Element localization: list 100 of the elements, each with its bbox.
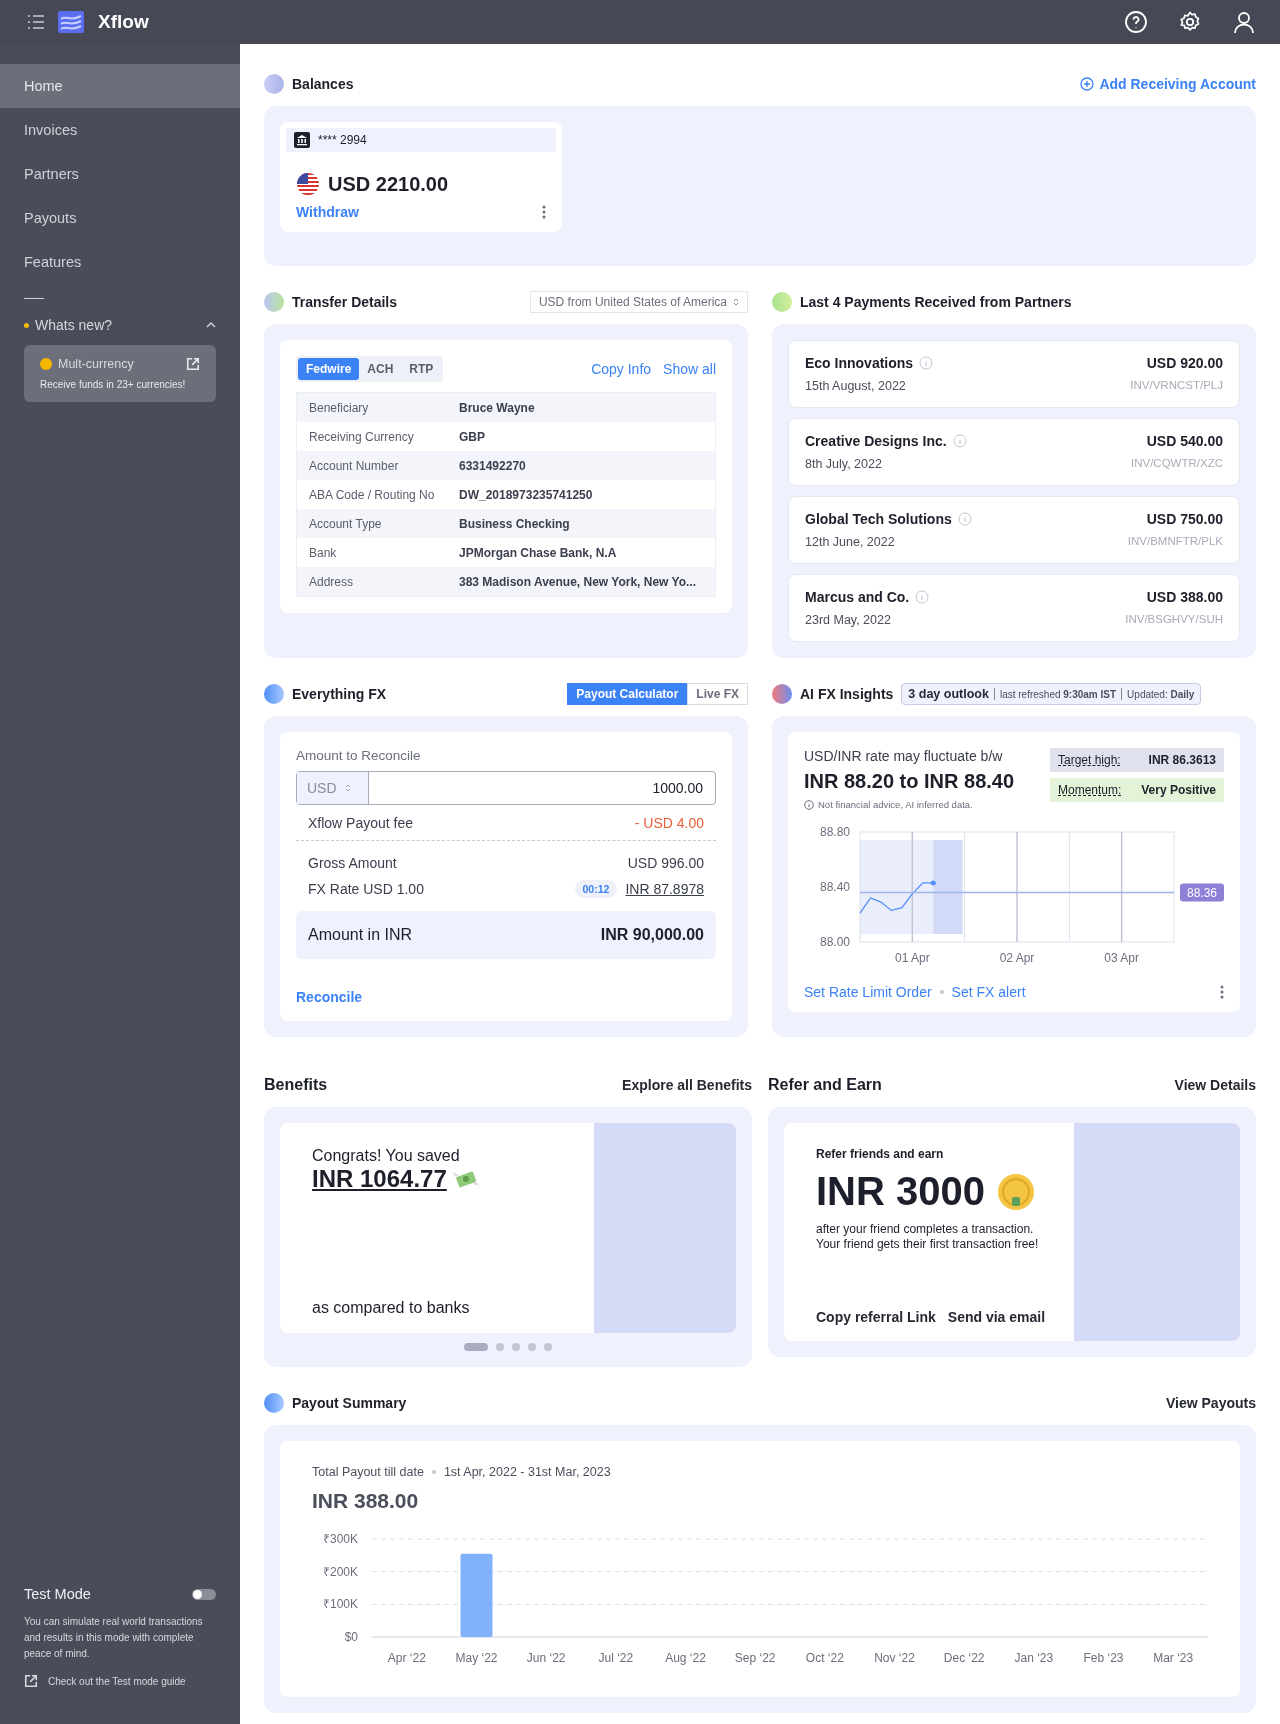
payment-amount: USD 750.00 <box>1145 511 1223 527</box>
payment-card[interactable]: Global Tech Solutions 12th June, 2022 USD 750.00 INV/BMNFTR/PLK <box>788 496 1240 564</box>
currency-select[interactable]: USD <box>297 772 369 804</box>
gradient-dot-icon <box>264 292 284 312</box>
logo-icon <box>58 11 84 33</box>
invoice-reference: INV/CQWTR/XZC <box>1131 457 1223 469</box>
invoice-reference: INV/VRNCST/PLJ <box>1130 379 1223 391</box>
section-title: Everything FX <box>292 686 387 702</box>
page-dot[interactable] <box>544 1343 552 1351</box>
external-link-icon[interactable] <box>186 357 200 371</box>
field-value: 383 Madison Avenue, New York, New Yo... <box>459 574 696 589</box>
nav-item[interactable]: Payouts <box>0 196 240 240</box>
toggle-switch[interactable] <box>192 1588 216 1600</box>
partner-name: Creative Designs Inc. <box>805 433 947 449</box>
action-link[interactable]: Copy Info <box>591 361 652 377</box>
action-link[interactable]: Copy referral Link <box>816 1309 936 1325</box>
axis-label: ₹100K <box>322 1597 358 1612</box>
action-link[interactable]: Set FX alert <box>951 984 1026 1000</box>
axis-label: May ‘22 <box>455 1651 498 1665</box>
guide-link[interactable]: Check out the Test mode guide <box>48 1675 186 1687</box>
gradient-dot-icon <box>772 292 792 312</box>
more-icon[interactable] <box>542 205 546 219</box>
add-account-link[interactable]: Add Receiving Account <box>1080 76 1256 92</box>
feature-title: Mult-currency <box>58 357 135 371</box>
action-link[interactable]: Set Rate Limit Order <box>804 984 932 1000</box>
timer-badge: 00:12 <box>574 880 618 898</box>
fee-label: Xflow Payout fee <box>308 814 414 831</box>
amount-field[interactable]: USD 1000.00 <box>296 771 716 805</box>
axis-label: 88.00 <box>819 935 850 949</box>
whats-new-label[interactable]: Whats new? <box>35 317 200 333</box>
page-dot[interactable] <box>512 1343 520 1351</box>
rate-range: INR 88.20 to INR 88.40 <box>804 770 1015 793</box>
currency-dropdown[interactable]: USD from United States of America <box>529 291 748 313</box>
help-icon[interactable] <box>1124 10 1148 34</box>
view-details-link[interactable]: View Details <box>1174 1077 1256 1093</box>
gross-value: USD 996.00 <box>627 855 704 871</box>
feature-card[interactable]: Mult-currency Receive funds in 23+ currencies! <box>24 345 216 402</box>
axis-label: Aug ‘22 <box>665 1651 706 1665</box>
axis-label: Apr ‘22 <box>387 1651 426 1665</box>
field-value: JPMorgan Chase Bank, N.A <box>459 545 617 560</box>
page-dot[interactable] <box>528 1343 536 1351</box>
nav-item[interactable]: Partners <box>0 152 240 196</box>
sort-icon <box>344 783 351 793</box>
field-label: Address <box>309 574 355 589</box>
external-link-icon[interactable] <box>24 1674 38 1688</box>
axis-label: Jan ‘23 <box>1014 1651 1054 1665</box>
payment-date: 8th July, 2022 <box>805 457 883 471</box>
field-label: Account Number <box>309 458 400 473</box>
nav-item[interactable]: Invoices <box>0 108 240 152</box>
tab[interactable]: Live FX <box>687 683 748 705</box>
section-title: Transfer Details <box>292 294 398 310</box>
axis-label: Mar ‘23 <box>1153 1651 1194 1665</box>
page-dot[interactable] <box>496 1343 504 1351</box>
chevron-icon[interactable] <box>206 322 216 328</box>
feature-text: Receive funds in 23+ currencies! <box>40 379 187 390</box>
field-value: Bruce Wayne <box>459 400 535 415</box>
payment-card[interactable]: Eco Innovations 15th August, 2022 USD 920.00 INV/VRNCST/PLJ <box>788 340 1240 408</box>
explore-link[interactable]: Explore all Benefits <box>622 1077 752 1093</box>
nav-item[interactable]: Features <box>0 240 240 284</box>
field-label: Account Type <box>309 516 383 531</box>
tab[interactable]: Fedwire <box>298 358 360 380</box>
nav-item[interactable]: Home <box>0 64 240 108</box>
tab[interactable]: RTP <box>401 358 442 380</box>
partner-name: Eco Innovations <box>805 355 914 371</box>
gross-label: Gross Amount <box>308 855 397 871</box>
field-label: Amount to Reconcile <box>296 748 422 763</box>
axis-label: Nov ‘22 <box>874 1651 915 1665</box>
axis-label: 01 Apr <box>895 951 930 965</box>
action-link[interactable]: Send via email <box>947 1309 1046 1325</box>
partner-name: Marcus and Co. <box>805 589 910 605</box>
payment-card[interactable]: Creative Designs Inc. 8th July, 2022 USD 540.00 INV/CQWTR/XZC <box>788 418 1240 486</box>
payment-date: 12th June, 2022 <box>805 535 896 549</box>
payment-card[interactable]: Marcus and Co. 23rd May, 2022 USD 388.00 INV/BSGHVY/SUH <box>788 574 1240 642</box>
balance-amount: USD 2210.00 <box>328 172 449 196</box>
rate-value: INR 87.8978 <box>625 881 704 897</box>
payment-date: 15th August, 2022 <box>805 379 907 393</box>
section-title: Benefits <box>264 1076 328 1094</box>
total-amount: INR 388.00 <box>312 1489 420 1513</box>
result-label: Amount in INR <box>308 926 413 944</box>
invoice-reference: INV/BSGHVY/SUH <box>1125 613 1223 625</box>
benefit-intro: Congrats! You saved <box>312 1147 461 1165</box>
reconcile-link[interactable]: Reconcile <box>296 989 716 1005</box>
field-label: ABA Code / Routing No <box>309 487 436 502</box>
tab[interactable]: ACH <box>359 358 402 380</box>
payment-amount: USD 540.00 <box>1145 433 1223 449</box>
section-title: Last 4 Payments Received from Partners <box>800 294 1072 310</box>
withdraw-link[interactable]: Withdraw <box>296 204 359 220</box>
settings-icon[interactable] <box>1178 10 1202 34</box>
more-icon[interactable] <box>1220 985 1224 999</box>
user-icon[interactable] <box>1232 10 1256 34</box>
saved-amount: INR 1064.77 <box>312 1165 447 1193</box>
field-label: Beneficiary <box>309 400 370 415</box>
action-link[interactable]: Show all <box>663 361 716 377</box>
coin-icon <box>997 1172 1035 1211</box>
fee-value: - USD 4.00 <box>634 814 704 831</box>
tab[interactable]: Payout Calculator <box>567 683 688 705</box>
view-payouts-link[interactable]: View Payouts <box>1166 1395 1256 1411</box>
menu-icon[interactable] <box>28 15 44 29</box>
status-dot <box>24 322 29 328</box>
account-number: **** 2994 <box>318 133 367 147</box>
